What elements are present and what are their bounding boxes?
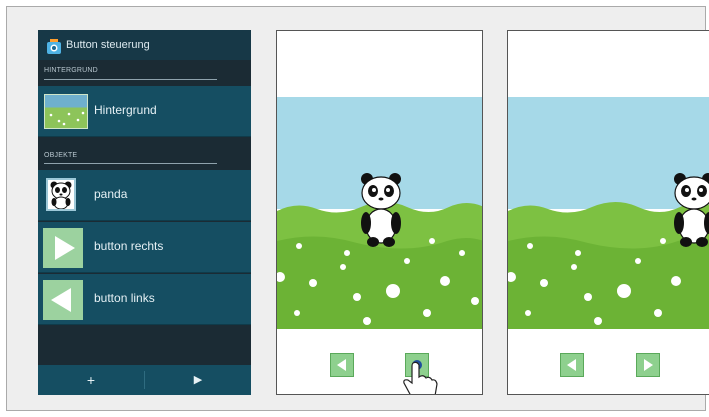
list-item-hintergrund[interactable]: Hintergrund [38,86,251,137]
arrow-left-icon [567,359,576,371]
panda-icon [50,181,72,210]
list-item-label: button rechts [94,239,164,253]
camera-app-icon [47,39,61,54]
preview-screen-2 [507,30,709,395]
nav-left-button[interactable] [560,353,584,377]
arrow-left-icon [51,288,71,312]
meadow-thumbnail [44,94,88,129]
section-divider [44,163,217,164]
arrow-right-icon [55,236,75,260]
panda-thumbnail [46,178,76,211]
meadow-scene [508,97,709,329]
play-button[interactable]: ▶ [145,365,251,395]
section-label-objects: OBJEKTE [44,152,78,159]
editor-panel: Button steuerung HINTERGRUND Hintergrund… [38,30,251,395]
preview-screen-1 [276,30,483,395]
add-button[interactable]: + [38,365,144,395]
app-title: Button steuerung [66,39,150,51]
list-item-panda[interactable]: panda [38,170,251,221]
app-header: Button steuerung [38,30,251,60]
arrow-right-thumbnail [43,228,83,268]
list-item-button-rechts[interactable]: button rechts [38,222,251,273]
section-divider [44,79,217,80]
list-item-label: panda [94,187,128,201]
arrow-left-icon [337,359,346,371]
arrow-right-icon [644,359,653,371]
list-item-label: button links [94,291,155,305]
list-item-button-links[interactable]: button links [38,274,251,325]
section-label-background: HINTERGRUND [44,67,98,74]
arrow-left-thumbnail [43,280,83,320]
nav-right-button[interactable] [636,353,660,377]
list-item-label: Hintergrund [94,103,157,117]
flower-dots [49,111,85,126]
bottom-bar: + ▶ [38,365,251,395]
meadow-scene [277,97,482,329]
nav-left-button[interactable] [330,353,354,377]
hand-pointer-icon [403,361,438,394]
